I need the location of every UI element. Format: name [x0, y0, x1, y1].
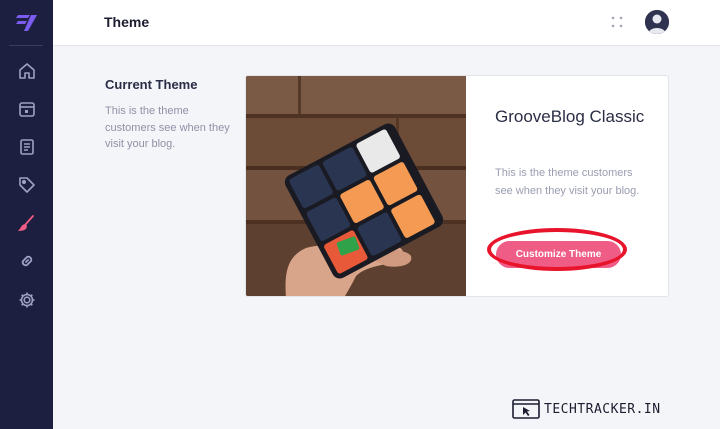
- sidebar-item-tags[interactable]: [14, 172, 39, 197]
- watermark: TECHTRACKER.IN: [512, 399, 661, 419]
- theme-name: GrooveBlog Classic: [495, 107, 645, 126]
- avatar-icon: [645, 10, 669, 34]
- sidebar-item-theme[interactable]: [14, 210, 39, 235]
- app-logo-icon[interactable]: [16, 12, 38, 32]
- current-theme-heading: Current Theme: [105, 77, 198, 92]
- posts-icon: [19, 138, 34, 155]
- monitor-cursor-icon: [512, 399, 540, 419]
- customize-theme-button[interactable]: Customize Theme: [496, 241, 621, 268]
- current-theme-description: This is the theme customers see when the…: [105, 105, 230, 150]
- sidebar-item-calendar[interactable]: [14, 96, 39, 121]
- sidebar-divider: [9, 45, 43, 46]
- gear-icon: [19, 292, 34, 307]
- brush-icon: [17, 214, 34, 231]
- sidebar-item-links[interactable]: [14, 248, 39, 273]
- user-avatar[interactable]: [645, 10, 669, 34]
- calendar-icon: [18, 101, 35, 117]
- theme-preview-image: [246, 76, 466, 296]
- top-bar: Theme: [53, 0, 720, 46]
- link-icon: [21, 255, 32, 266]
- tag-icon: [18, 176, 35, 193]
- apps-grid-icon[interactable]: [611, 16, 623, 28]
- sidebar: [0, 0, 53, 429]
- sidebar-item-home[interactable]: [14, 58, 39, 83]
- sidebar-item-settings[interactable]: [14, 287, 39, 312]
- theme-card: GrooveBlog Classic This is the theme cus…: [245, 75, 669, 297]
- theme-card-body: GrooveBlog Classic This is the theme cus…: [466, 76, 668, 296]
- theme-description: This is the theme customers see when the…: [495, 167, 640, 197]
- page-title: Theme: [104, 14, 150, 30]
- watermark-text: TECHTRACKER.IN: [544, 401, 661, 417]
- home-icon: [18, 62, 35, 79]
- sidebar-item-posts[interactable]: [14, 134, 39, 159]
